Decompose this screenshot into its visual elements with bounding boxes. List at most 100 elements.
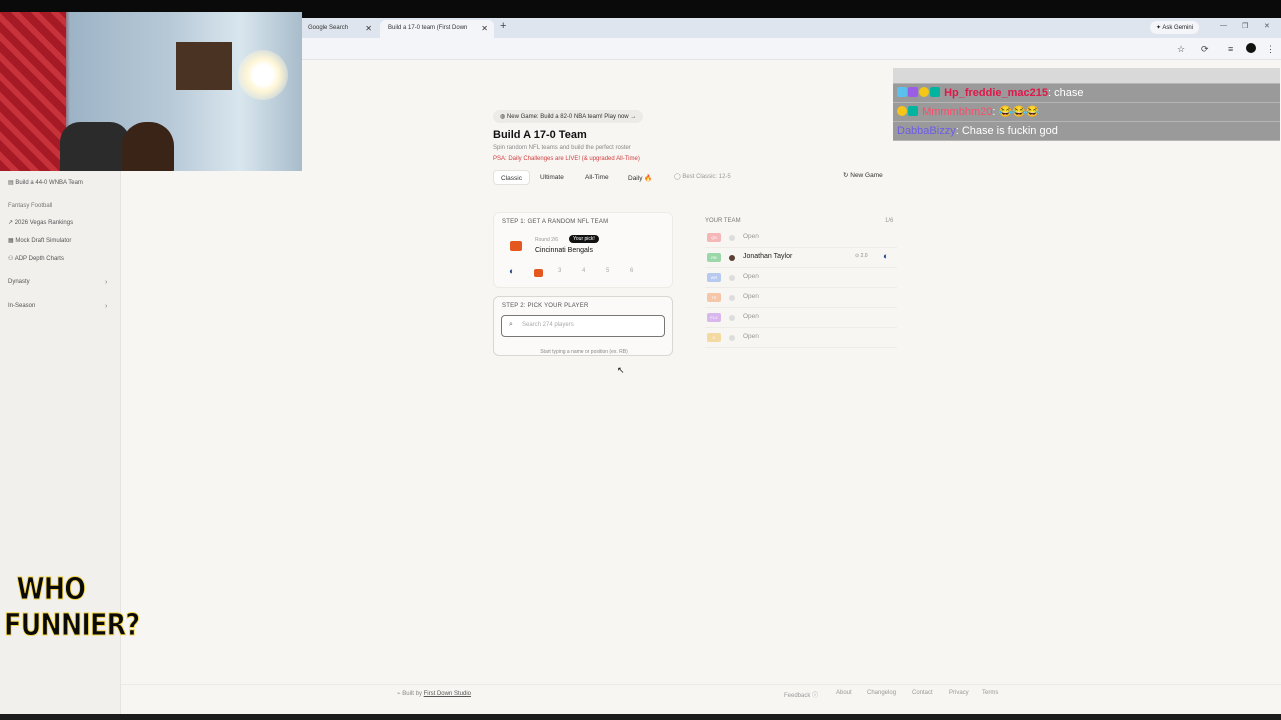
chat-message: : Chase is fuckin god [955,125,1058,137]
bengals-logo-icon [534,269,543,277]
step1-label: STEP 1: GET A RANDOM NFL TEAM [502,219,609,225]
position-badge: QB [707,233,721,242]
chat-line: Hp_freddie_mac215: chase [893,84,1280,103]
tab-build-17-0[interactable]: Build a 17-0 team (First Down ✕ [380,20,494,38]
footer-link-changelog[interactable]: Changelog [867,690,896,696]
built-by: ⌁ Built by First Down Studio [397,691,471,697]
chevron-right-icon[interactable]: › [105,303,107,310]
close-window-icon[interactable]: ✕ [1264,22,1270,30]
search-icon: ⌕ [509,321,513,328]
player-search-input[interactable]: ⌕ Search 274 players [501,315,665,337]
psa-notice[interactable]: PSA: Daily Challenges are LIVE! (& upgra… [493,156,640,162]
footer-link-terms[interactable]: Terms [982,690,998,696]
who-funnier-logo: WHO FUNNIER? [4,572,141,644]
round-number: 6 [630,268,634,274]
step2-card: STEP 2: PICK YOUR PLAYER ⌕ Search 274 pl… [493,296,673,356]
position-badge: K [707,333,721,342]
emote-icon [919,87,929,97]
colts-logo-icon: ◐ [883,251,889,261]
roster-slot-k[interactable]: K Open [705,328,897,348]
step1-card: STEP 1: GET A RANDOM NFL TEAM Round 2/6 … [493,212,673,288]
sidebar-section-title: Fantasy Football [8,203,53,209]
tab-ultimate[interactable]: Ultimate [533,170,571,185]
best-record: ◯ Best Classic: 12-5 [674,174,731,180]
slot-text: Jonathan Taylor [743,253,793,260]
webcam-gaming-chair [60,122,130,171]
footer-link-about[interactable]: About [836,690,852,696]
restore-icon[interactable]: ❐ [1242,22,1248,30]
slot-text: Open [743,333,759,340]
webcam-lamp [238,50,288,100]
tab-google-search[interactable]: Google Search ✕ [300,20,378,38]
profile-avatar[interactable] [1246,43,1256,53]
chart-icon: ↗ [8,220,15,226]
roster-slot-flex[interactable]: FLX Open [705,308,897,328]
tab-all-time[interactable]: All-Time [578,170,616,185]
tab-label: Build a 17-0 team (First Down [388,25,468,31]
your-team-count: 1/6 [885,218,894,224]
sidebar-group-dynasty[interactable]: Dynasty [8,279,30,285]
search-hint: Start typing a name or position (ex. RB) [540,349,628,355]
footer-link-contact[interactable]: Contact [912,690,933,696]
bookmark-star-icon[interactable]: ☆ [1177,44,1185,55]
position-badge: RB [707,253,721,262]
sidebar-item-adp-depth[interactable]: ⚇ ADP Depth Charts [8,255,64,262]
new-game-button[interactable]: ↻ New Game [843,171,883,179]
empty-avatar [729,235,735,241]
your-team-title: YOUR TEAM [705,218,741,224]
roster-slot-qb[interactable]: QB Open [705,228,897,248]
round-number: 4 [582,268,586,274]
sidebar-item-wnba[interactable]: ▤ Build a 44-0 WNBA Team [8,179,83,186]
random-team-name: Cincinnati Bengals [535,247,593,254]
page-title: Build A 17-0 Team [493,129,587,141]
footer: ⌁ Built by First Down Studio Feedback ⓘ … [121,684,1281,704]
new-game-banner[interactable]: ◍ New Game: Build a 82-0 NBA team! Play … [493,110,644,123]
os-taskbar [0,714,1281,720]
close-icon[interactable]: ✕ [365,24,372,33]
slot-text: Open [743,273,759,280]
tab-label: Google Search [308,25,349,31]
chat-message: : chase [1048,87,1084,99]
stream-chat-overlay: Hp_freddie_mac215: chase Mmmmbhm20: 😂😂😂 … [893,68,1280,142]
footer-link-feedback[interactable]: Feedback ⓘ [784,690,818,699]
empty-avatar [729,335,735,341]
empty-avatar [729,315,735,321]
chat-line: Mmmmbhm20: 😂😂😂 [893,103,1280,122]
chat-line: DabbaBizzy: Chase is fuckin god [893,122,1280,141]
kebab-menu-icon[interactable]: ⋮ [1266,44,1275,55]
round-indicator: Round 2/6 [535,237,559,243]
chevron-right-icon[interactable]: › [105,279,107,286]
step2-label: STEP 2: PICK YOUR PLAYER [502,303,589,309]
extensions-icon[interactable]: ⟳ [1201,44,1209,55]
tab-daily[interactable]: Daily 🔥 [621,170,659,185]
chat-username: Mmmmbhm20 [922,106,993,118]
footer-link-privacy[interactable]: Privacy [949,690,969,696]
tab-search-icon[interactable]: ≡ [1228,44,1233,54]
minimize-icon[interactable]: — [1220,22,1227,29]
position-badge: FLX [707,313,721,322]
new-tab-button[interactable]: + [500,20,506,32]
emote-icon [897,106,907,116]
roster-slot-rb[interactable]: RB Jonathan Taylor ⊙ 2.0 ◐ [705,248,897,268]
mouse-cursor: ↖ [617,365,625,375]
round-number: 5 [606,268,610,274]
webcam-wall-frame [176,42,232,90]
chat-line-faded [893,68,1280,84]
roster-slot-wr[interactable]: WR Open [705,268,897,288]
webcam-streamer [122,122,174,171]
ask-gemini-button[interactable]: ✦ Ask Gemini [1150,21,1200,34]
people-icon: ⚇ [8,256,15,262]
colts-logo-icon: ◐ [509,266,515,276]
studio-link[interactable]: First Down Studio [424,691,471,697]
close-icon[interactable]: ✕ [481,24,488,33]
roster-slot-te[interactable]: TE Open [705,288,897,308]
player-avatar [729,255,735,261]
sidebar-item-mock-draft[interactable]: ▦ Mock Draft Simulator [8,237,71,244]
emote-icon [930,87,940,97]
your-pick-badge: Your pick! [569,235,599,243]
search-placeholder: Search 274 players [522,322,574,328]
sidebar-item-vegas-rankings[interactable]: ↗ 2026 Vegas Rankings [8,219,73,226]
chat-username: Hp_freddie_mac215 [944,87,1049,99]
tab-classic[interactable]: Classic [493,170,530,185]
sidebar-group-in-season[interactable]: In-Season [8,303,35,309]
